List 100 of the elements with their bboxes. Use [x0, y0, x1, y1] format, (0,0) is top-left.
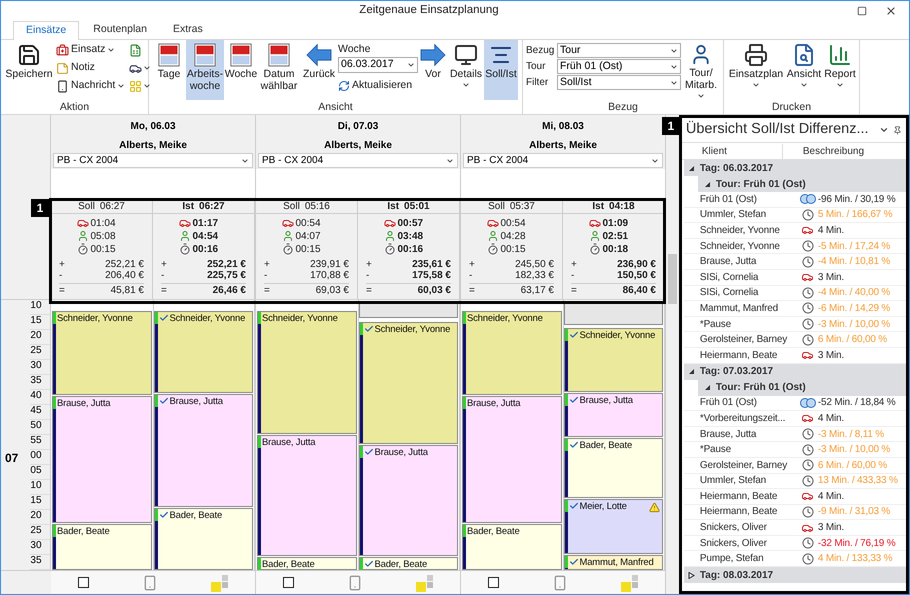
appointment-card[interactable]: Schneider, Yvonne [52, 311, 152, 395]
appointment-card[interactable]: Brause, Jutta [462, 396, 562, 523]
ribbon-button[interactable]: Report [823, 40, 857, 100]
day-group-row[interactable]: Tag: 07.03.2017 [684, 364, 906, 380]
appointment-card[interactable]: Bader, Beate [257, 557, 356, 570]
caret-icon [107, 46, 116, 54]
appointment-card[interactable]: Bader, Beate [52, 524, 152, 570]
ribbon-button[interactable]: Vor [418, 40, 448, 100]
appointment-card[interactable]: Bader, Beate [564, 438, 663, 498]
refresh-button[interactable]: Aktualisieren [338, 78, 418, 94]
amount-text: 175,58 € [412, 269, 451, 283]
ribbon-button[interactable]: Einsatzplan [727, 40, 785, 100]
summary-total: 05:01 [404, 200, 430, 214]
save-icon [17, 43, 41, 67]
tour-group-row[interactable]: Tour: Früh 01 (Ost) [698, 176, 906, 192]
ribbon-tab[interactable]: Einsätze [13, 21, 80, 40]
summary-label: Soll [488, 200, 505, 214]
day-date: Mo, 06.03 [130, 120, 176, 134]
amount-text: 150,50 € [617, 269, 656, 283]
week-date-field[interactable]: 06.03.2017 [338, 57, 418, 73]
appointment-card[interactable]: Brause, Jutta [154, 394, 253, 507]
appointment-card[interactable]: Schneider, Yvonne [564, 328, 663, 392]
ribbon-tab[interactable]: Extras [161, 20, 215, 39]
ribbon-button[interactable]: Ansicht [785, 40, 823, 100]
difference-text: -3 Min. / 10,00 % [816, 318, 890, 332]
scrollbar-thumb[interactable] [668, 254, 677, 304]
appointment-card[interactable]: Brause, Jutta [358, 445, 458, 556]
appointment-card[interactable]: Schneider, Yvonne [358, 322, 458, 444]
day-group-row[interactable]: Tag: 08.03.2017 [684, 567, 906, 584]
ribbon-small-button[interactable]: Notiz [56, 60, 126, 76]
client-name: Früh 01 (Ost) [700, 192, 757, 207]
minute-label: 30 [30, 360, 42, 371]
checkbox[interactable] [78, 577, 88, 588]
ribbon-small-button[interactable]: Einsatz [56, 42, 126, 58]
vehicle-dropdown[interactable]: PB - CX 2004 [463, 153, 663, 168]
collapse-triangle-icon[interactable] [704, 180, 711, 188]
ribbon-button[interactable]: Tage [152, 40, 186, 100]
appointment-card[interactable]: Schneider, Yvonne [154, 311, 253, 393]
dropdown-field[interactable]: Früh 01 (Ost) [557, 59, 681, 74]
appointment-card[interactable]: Bader, Beate [358, 557, 458, 570]
difference-text: -4 Min. / 40,00 % [816, 286, 890, 300]
appointment-name: Schneider, Yvonne [170, 313, 246, 324]
minute-label: 40 [30, 390, 42, 401]
client-name: SISi, Cornelia [700, 286, 758, 300]
ribbon-button[interactable]: Tour/ Mitarb. [681, 40, 721, 100]
sign-text: - [469, 269, 472, 283]
checkbox[interactable] [282, 577, 294, 588]
ribbon-button[interactable]: Woche [224, 40, 258, 100]
sign-text: - [366, 269, 370, 283]
ribbon-button[interactable]: Arbeits-woche [186, 40, 224, 100]
collapse-triangle-icon[interactable] [704, 384, 711, 392]
ribbon-tab[interactable]: Routenplan [81, 20, 159, 39]
summary-total: 05:16 [304, 200, 330, 214]
caret-icon [407, 61, 415, 69]
checkbox[interactable] [488, 577, 498, 588]
collapse-triangle-icon[interactable] [688, 164, 695, 172]
group-label: Ansicht [317, 101, 354, 114]
collapse-triangle-icon[interactable] [688, 368, 695, 376]
ribbon-small-button[interactable]: Nachricht [56, 78, 126, 94]
dropdown-icon[interactable] [879, 125, 889, 135]
clock-icon [802, 444, 814, 456]
ribbon-button[interactable]: Details [448, 40, 484, 100]
pin-icon[interactable] [893, 126, 902, 134]
appointment-card[interactable]: Brause, Jutta [257, 435, 356, 556]
sign-text: = [161, 284, 167, 298]
tour-group-row[interactable]: Tour: Früh 01 (Ost) [698, 380, 906, 396]
tiles-icon [416, 574, 434, 592]
appointment-card[interactable]: Bader, Beate [462, 524, 562, 570]
ribbon-button[interactable]: Datum wählbar [258, 40, 300, 100]
ribbon-button[interactable]: Speichern [4, 40, 54, 100]
vehicle-dropdown[interactable]: PB - CX 2004 [53, 153, 253, 168]
refresh-icon [338, 80, 350, 92]
summary-label: Ist [182, 200, 194, 214]
appointment-card[interactable]: Brause, Jutta [52, 396, 152, 523]
clock-icon [802, 240, 814, 252]
clock-icon [802, 474, 814, 487]
duration-text: 02:51 [602, 230, 628, 244]
appointment-card[interactable]: Schneider, Yvonne [462, 311, 562, 395]
appointment-card[interactable]: Bader, Beate [154, 508, 253, 570]
dropdown-field[interactable]: Soll/Ist [557, 75, 681, 90]
expand-triangle-icon[interactable] [688, 572, 695, 579]
appointment-card[interactable]: Schneider, Yvonne [257, 311, 356, 434]
clock-icon [802, 537, 814, 550]
column-header[interactable]: Klient [682, 144, 783, 158]
person-icon [384, 230, 396, 242]
close-icon[interactable] [885, 5, 897, 17]
maximize-icon[interactable] [857, 6, 867, 16]
minute-label: 25 [30, 525, 42, 536]
calendar-icon [158, 43, 180, 67]
ribbon-button[interactable]: Zurück [300, 40, 338, 100]
ribbon-button[interactable]: Soll/Ist [484, 40, 518, 100]
minute-label: 00 [30, 450, 42, 461]
blocked-slot[interactable] [564, 302, 663, 325]
vehicle-dropdown[interactable]: PB - CX 2004 [258, 153, 458, 168]
appointment-card[interactable]: Meier, Lotte [564, 499, 663, 554]
appointment-card[interactable]: Mammut, Manfred [564, 555, 663, 570]
appointment-card[interactable]: Brause, Jutta [564, 393, 663, 437]
column-header[interactable]: Beschreibung [782, 144, 864, 158]
dropdown-field[interactable]: Tour [557, 43, 681, 58]
day-group-row[interactable]: Tag: 06.03.2017 [684, 160, 906, 176]
